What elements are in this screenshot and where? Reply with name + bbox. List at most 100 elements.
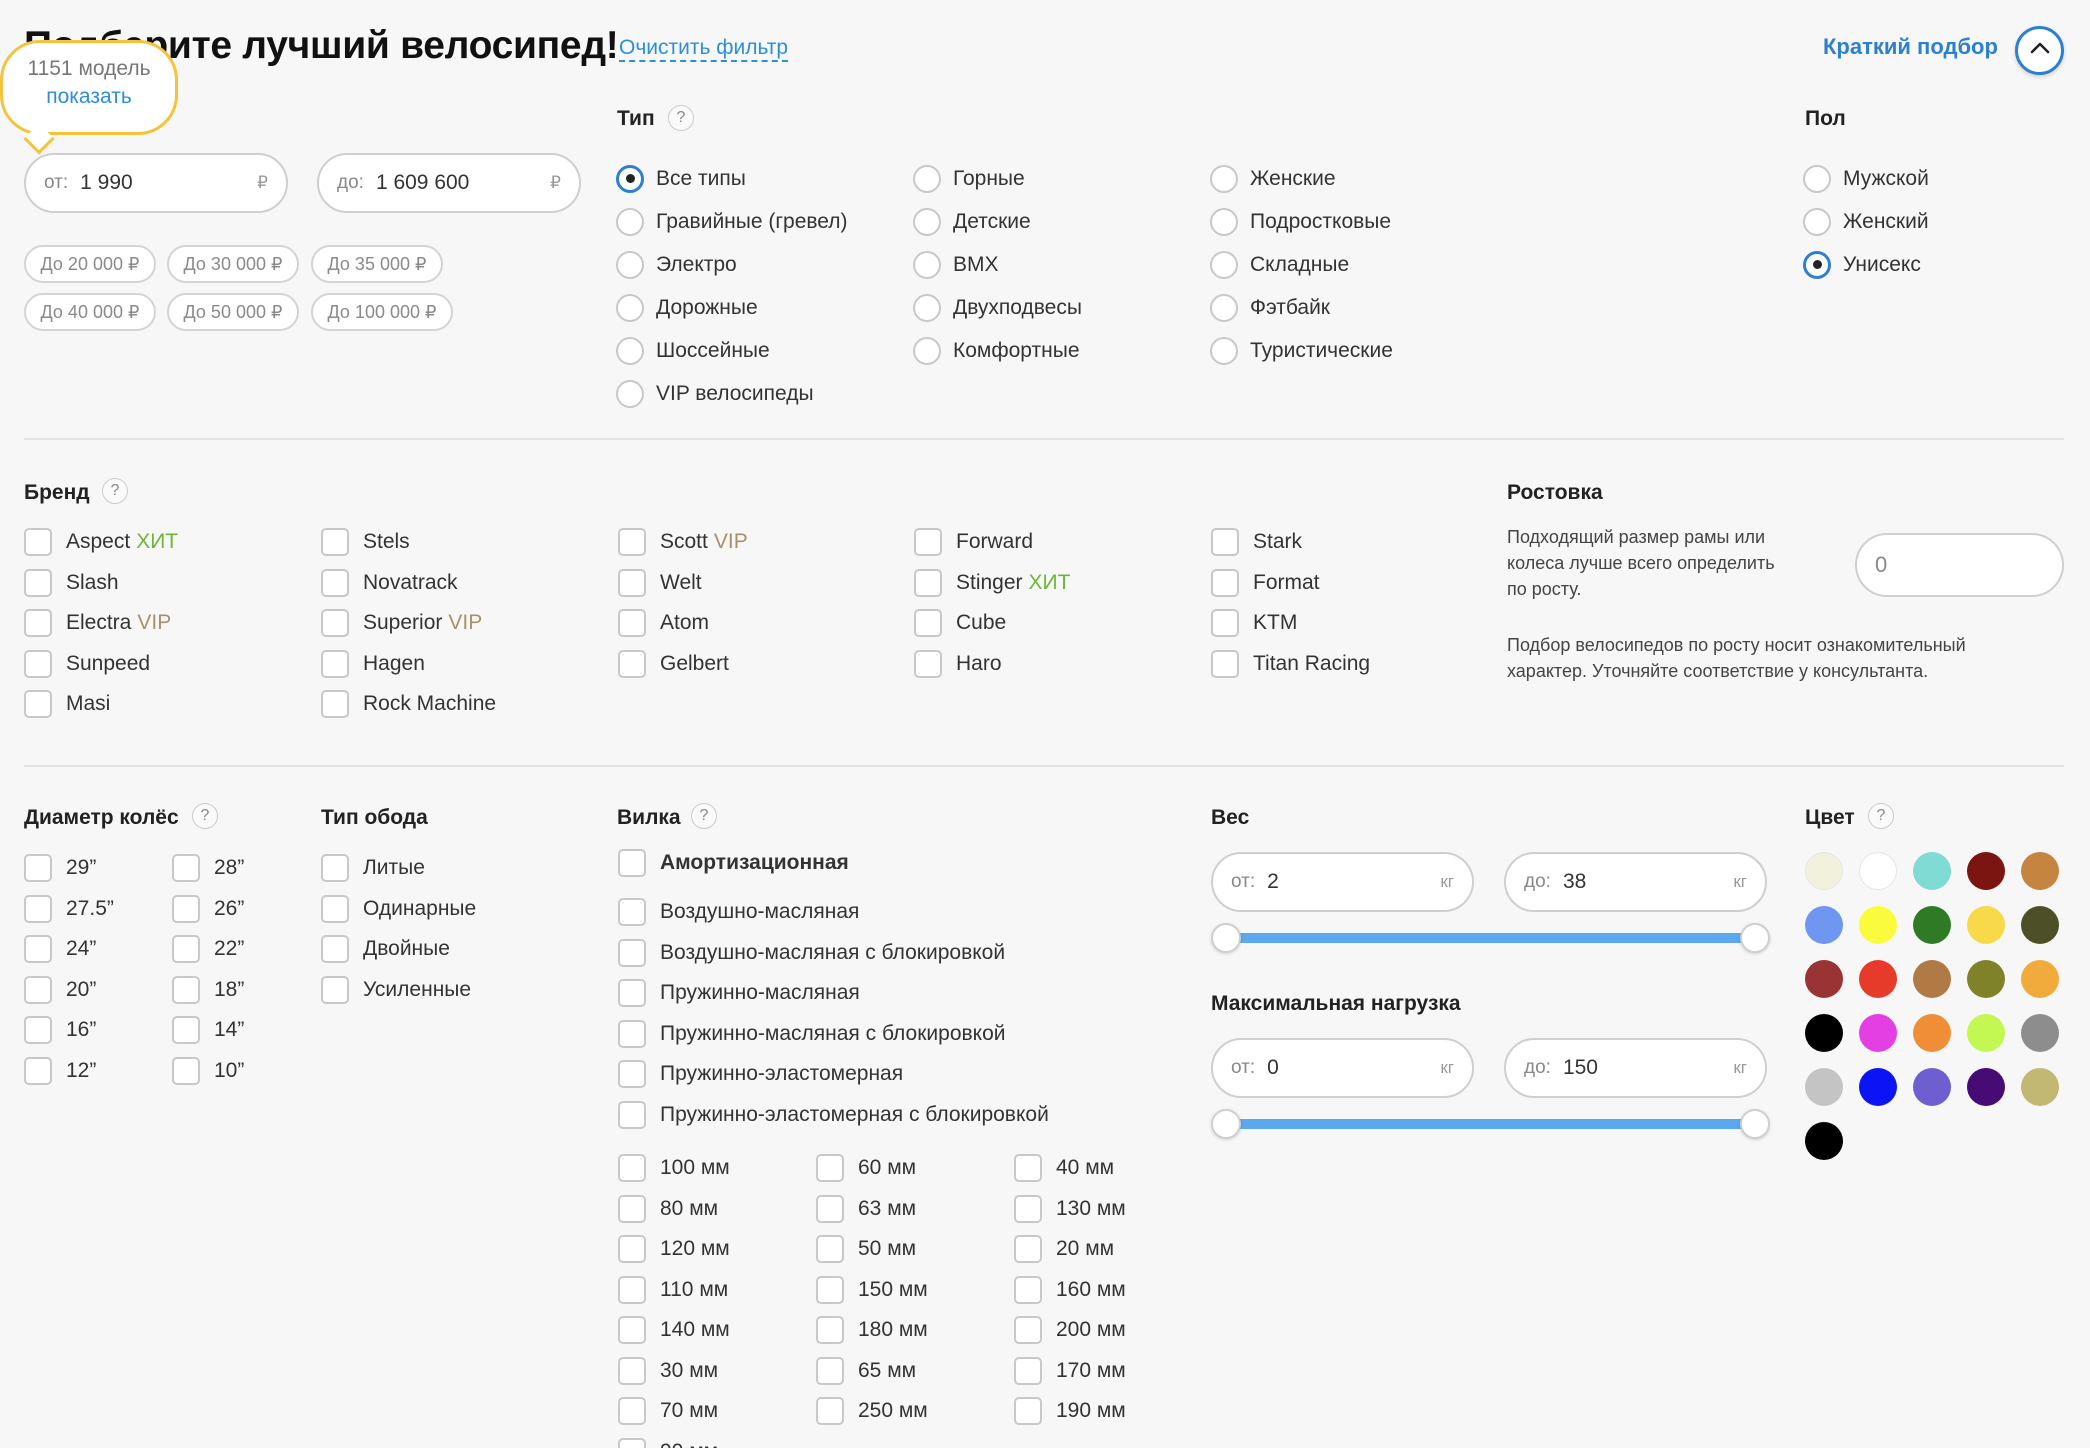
price-chip[interactable]: До 30 000 ₽ (167, 245, 299, 283)
checkbox[interactable] (816, 1356, 844, 1385)
radio[interactable] (1210, 293, 1238, 322)
checkbox[interactable] (618, 568, 646, 597)
wheel-option[interactable]: 22” (172, 929, 244, 970)
brand-option[interactable]: Electra VIP (24, 603, 178, 644)
checkbox[interactable] (321, 568, 349, 597)
checkbox[interactable] (24, 1056, 52, 1085)
checkbox[interactable] (618, 1316, 646, 1345)
gender-option[interactable]: Женский (1803, 200, 1929, 243)
fork-travel-option[interactable]: 110 мм (618, 1270, 730, 1311)
fork-travel-option[interactable]: 60 мм (816, 1148, 928, 1189)
type-option[interactable]: Двухподвесы (913, 286, 1082, 329)
brand-option[interactable]: Hagen (321, 644, 496, 685)
color-swatch[interactable] (1859, 1014, 1897, 1052)
load-slider-min-handle[interactable] (1211, 1109, 1241, 1139)
checkbox[interactable] (172, 854, 200, 883)
color-swatch[interactable] (1913, 1068, 1951, 1106)
brand-option[interactable]: Scott VIP (618, 522, 748, 563)
checkbox[interactable] (1014, 1275, 1042, 1304)
brand-option[interactable]: Haro (914, 644, 1070, 685)
weight-slider-max-handle[interactable] (1740, 923, 1770, 953)
radio[interactable] (1210, 336, 1238, 365)
color-swatch[interactable] (1967, 960, 2005, 998)
type-option[interactable]: Туристические (1210, 329, 1393, 372)
checkbox[interactable] (1014, 1235, 1042, 1264)
fork-travel-option[interactable]: 80 мм (618, 1189, 730, 1230)
checkbox[interactable] (1211, 609, 1239, 638)
radio[interactable] (616, 293, 644, 322)
checkbox[interactable] (172, 1016, 200, 1045)
type-help-icon[interactable]: ? (668, 105, 694, 131)
brand-option[interactable]: Stels (321, 522, 496, 563)
brand-option[interactable]: Gelbert (618, 644, 748, 685)
load-to-input[interactable]: до: 150 кг (1504, 1038, 1767, 1098)
weight-slider-min-handle[interactable] (1211, 923, 1241, 953)
type-option[interactable]: Фэтбайк (1210, 286, 1393, 329)
price-chip[interactable]: До 40 000 ₽ (24, 293, 156, 331)
checkbox[interactable] (24, 935, 52, 964)
wheel-option[interactable]: 10” (172, 1051, 244, 1092)
checkbox[interactable] (1211, 649, 1239, 678)
fork-travel-option[interactable]: 20 мм (1014, 1229, 1126, 1270)
checkbox[interactable] (321, 690, 349, 719)
wheel-option[interactable]: 29” (24, 848, 114, 889)
fork-type-option[interactable]: Пружинно-эластомерная (618, 1054, 1049, 1095)
fork-travel-option[interactable]: 200 мм (1014, 1310, 1126, 1351)
wheel-option[interactable]: 20” (24, 970, 114, 1011)
checkbox[interactable] (321, 649, 349, 678)
type-option[interactable]: Электро (616, 243, 848, 286)
checkbox[interactable] (24, 690, 52, 719)
fork-travel-option[interactable]: 63 мм (816, 1189, 928, 1230)
fork-travel-option[interactable]: 190 мм (1014, 1391, 1126, 1432)
checkbox[interactable] (1014, 1154, 1042, 1183)
price-chip[interactable]: До 50 000 ₽ (167, 293, 299, 331)
radio-selected[interactable] (1803, 250, 1831, 279)
wheel-option[interactable]: 12” (24, 1051, 114, 1092)
color-swatch[interactable] (1913, 906, 1951, 944)
radio[interactable] (913, 293, 941, 322)
checkbox[interactable] (618, 1235, 646, 1264)
brand-option[interactable]: Cube (914, 603, 1070, 644)
load-from-input[interactable]: от: 0 кг (1211, 1038, 1474, 1098)
color-swatch[interactable] (1913, 960, 1951, 998)
color-swatch[interactable] (1805, 1014, 1843, 1052)
fork-suspension-option[interactable]: Амортизационная (618, 848, 849, 878)
fork-travel-option[interactable]: 170 мм (1014, 1351, 1126, 1392)
wheel-option[interactable]: 28” (172, 848, 244, 889)
fork-travel-option[interactable]: 40 мм (1014, 1148, 1126, 1189)
checkbox[interactable] (321, 935, 349, 964)
rim-option[interactable]: Двойные (321, 929, 476, 970)
brand-option[interactable]: Masi (24, 684, 178, 725)
gender-option[interactable]: Унисекс (1803, 243, 1929, 286)
color-swatch[interactable] (1805, 852, 1843, 890)
color-swatch[interactable] (1967, 1014, 2005, 1052)
rim-option[interactable]: Одинарные (321, 889, 476, 930)
price-chip[interactable]: До 100 000 ₽ (311, 293, 453, 331)
brand-option[interactable]: Stark (1211, 522, 1370, 563)
fork-travel-option[interactable]: 70 мм (618, 1391, 730, 1432)
gender-option[interactable]: Мужской (1803, 157, 1929, 200)
brand-option[interactable]: Rock Machine (321, 684, 496, 725)
type-option[interactable]: Комфортные (913, 329, 1082, 372)
checkbox[interactable] (618, 1019, 646, 1048)
color-swatch[interactable] (1913, 1014, 1951, 1052)
checkbox[interactable] (1014, 1356, 1042, 1385)
color-swatch[interactable] (1805, 906, 1843, 944)
brand-option[interactable]: Atom (618, 603, 748, 644)
type-option[interactable]: Подростковые (1210, 200, 1393, 243)
weight-to-input[interactable]: до: 38 кг (1504, 852, 1767, 912)
price-chip[interactable]: До 20 000 ₽ (24, 245, 156, 283)
type-option[interactable]: Шоссейные (616, 329, 848, 372)
type-option[interactable]: BMX (913, 243, 1082, 286)
color-swatch[interactable] (1859, 960, 1897, 998)
radio-selected[interactable] (616, 164, 644, 193)
load-slider-max-handle[interactable] (1740, 1109, 1770, 1139)
checkbox[interactable] (24, 854, 52, 883)
checkbox[interactable] (816, 1397, 844, 1426)
wheel-option[interactable]: 16” (24, 1010, 114, 1051)
color-swatch[interactable] (2021, 960, 2059, 998)
fork-travel-option[interactable]: 180 мм (816, 1310, 928, 1351)
checkbox[interactable] (618, 1356, 646, 1385)
checkbox[interactable] (816, 1275, 844, 1304)
wheel-option[interactable]: 18” (172, 970, 244, 1011)
